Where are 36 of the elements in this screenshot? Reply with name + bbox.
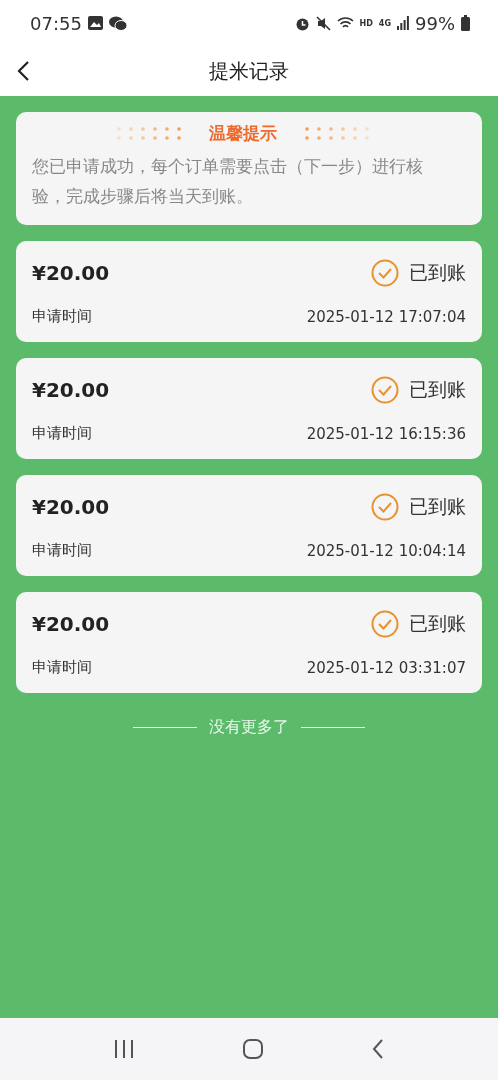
recents-button[interactable]	[113, 1038, 136, 1060]
cell-label: 4G	[378, 18, 391, 28]
status-time: 07:55	[30, 12, 82, 34]
image-icon	[87, 16, 103, 30]
time-label: 申请时间	[32, 424, 92, 443]
status-text: 已到账	[409, 377, 466, 402]
back-nav-button[interactable]	[370, 1038, 385, 1060]
status-text: 已到账	[409, 494, 466, 519]
time-label: 申请时间	[32, 658, 92, 677]
dots-icon	[115, 126, 183, 141]
back-button[interactable]	[16, 59, 32, 83]
amount: ¥20.00	[32, 495, 110, 519]
notice-title: 温馨提示	[209, 122, 277, 145]
status-text: 已到账	[409, 611, 466, 636]
wifi-icon	[336, 16, 354, 30]
time-value: 2025-01-12 16:15:36	[306, 424, 466, 443]
dots-icon	[303, 126, 371, 141]
notice-text: 您已申请成功，每个订单需要点击（下一步）进行核验，完成步骤后将当天到账。	[32, 155, 424, 208]
time-value: 2025-01-12 17:07:04	[306, 307, 466, 326]
battery-icon	[461, 15, 470, 31]
chat-icon	[108, 15, 127, 31]
time-value: 2025-01-12 10:04:14	[306, 541, 466, 560]
amount: ¥20.00	[32, 261, 110, 285]
amount: ¥20.00	[32, 378, 110, 402]
time-label: 申请时间	[32, 541, 92, 560]
time-label: 申请时间	[32, 307, 92, 326]
end-text: 没有更多了	[209, 717, 289, 738]
status-text: 已到账	[409, 260, 466, 285]
amount: ¥20.00	[32, 612, 110, 636]
signal-icon	[397, 16, 409, 30]
page-title: 提米记录	[209, 57, 289, 85]
mute-icon	[315, 15, 331, 31]
battery-level: 99%	[415, 12, 455, 34]
time-value: 2025-01-12 03:31:07	[306, 658, 466, 677]
network-label: HD	[359, 18, 373, 28]
home-button[interactable]	[242, 1038, 264, 1060]
